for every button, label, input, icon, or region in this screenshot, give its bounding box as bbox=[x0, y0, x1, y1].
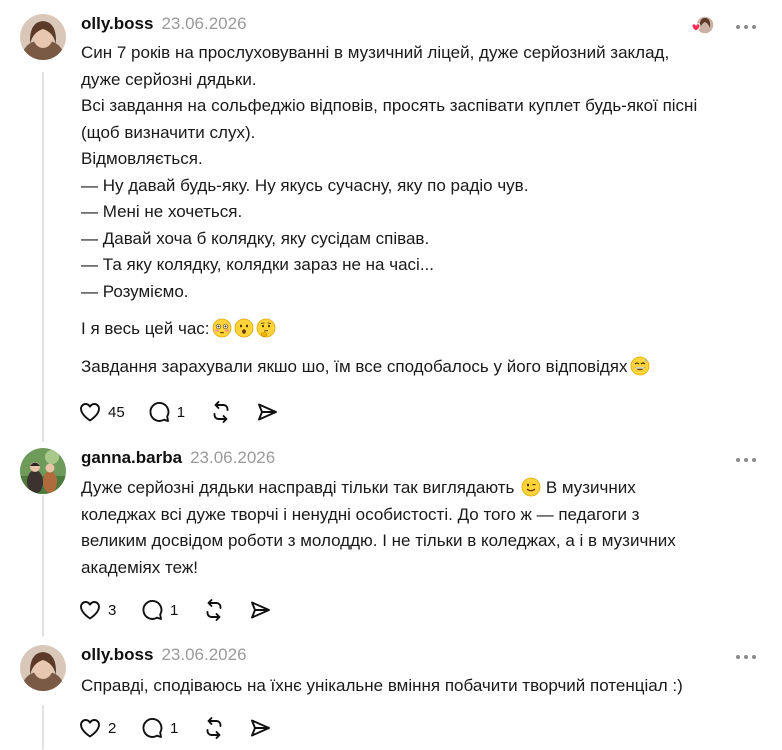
comment-icon bbox=[149, 402, 170, 422]
post-2: ganna.barba 23.06.2026 Дуже серйозні дяд… bbox=[0, 440, 782, 637]
post-actions: 2 1 bbox=[78, 713, 294, 743]
repost-icon bbox=[206, 717, 222, 739]
flushed-face-icon bbox=[212, 318, 231, 338]
repost-icon bbox=[213, 401, 229, 423]
liked-by-author-icon bbox=[688, 14, 718, 38]
more-options-button[interactable] bbox=[736, 454, 760, 466]
comment-icon bbox=[142, 718, 163, 738]
thinking-face-icon bbox=[256, 318, 275, 338]
heart-icon bbox=[80, 719, 100, 738]
share-button[interactable] bbox=[248, 716, 272, 740]
post-date: 23.06.2026 bbox=[161, 645, 247, 664]
text-line: Завдання зарахували якшо шо, їм все спод… bbox=[81, 354, 741, 381]
winking-face-icon bbox=[521, 477, 541, 497]
text-line: (щоб визначити слух). bbox=[81, 122, 256, 142]
thread-line bbox=[42, 72, 44, 442]
text-line: — Ну давай будь-яку. Ну якусь сучасну, я… bbox=[81, 175, 529, 195]
comment-icon bbox=[142, 600, 163, 620]
like-button[interactable]: 3 bbox=[78, 598, 118, 622]
text-line: — Мені не хочеться. bbox=[81, 202, 243, 221]
share-button[interactable] bbox=[248, 598, 272, 622]
text-line: — Та яку колядку, колядки зараз не на ча… bbox=[81, 255, 434, 274]
text-line: Син 7 років на прослуховуванні в музични… bbox=[81, 43, 670, 62]
hushed-face-icon bbox=[234, 318, 253, 338]
reply-count: 1 bbox=[170, 719, 179, 737]
text-line: академіях теж! bbox=[81, 557, 198, 577]
post-1: olly.boss 23.06.2026 Син 7 років на прос… bbox=[0, 0, 782, 442]
username[interactable]: ganna.barba bbox=[81, 448, 182, 468]
username[interactable]: olly.boss bbox=[81, 14, 153, 34]
text-line: І я весь цей час: bbox=[81, 316, 741, 343]
post-header: ganna.barba 23.06.2026 bbox=[81, 448, 275, 472]
reply-button[interactable]: 1 bbox=[140, 716, 180, 740]
send-icon bbox=[251, 601, 270, 619]
send-icon bbox=[257, 403, 277, 421]
avatar[interactable] bbox=[20, 645, 66, 691]
more-options-button[interactable] bbox=[736, 651, 760, 663]
reply-button[interactable]: 1 bbox=[140, 598, 180, 622]
text-line: коледжах всі дуже творчі і ненудні особи… bbox=[81, 504, 640, 524]
thread-line bbox=[42, 495, 44, 637]
text-line: великим досвідом роботи з молоддю. І не … bbox=[81, 531, 676, 550]
post-text: Дуже серйозні дядьки насправді тільки та… bbox=[81, 475, 741, 581]
text-line: Всі завдання на сольфеджіо відповів, про… bbox=[81, 96, 698, 115]
like-button[interactable]: 45 bbox=[78, 400, 125, 424]
like-button[interactable]: 2 bbox=[78, 716, 118, 740]
text-line: Дуже серйозні дядьки насправді тільки та… bbox=[81, 477, 636, 497]
reply-count: 1 bbox=[170, 601, 179, 619]
post-header: olly.boss 23.06.2026 bbox=[81, 645, 247, 669]
post-text: Справді, сподіваюсь на їхнє унікальне вм… bbox=[81, 673, 741, 700]
post-3: olly.boss 23.06.2026 Справді, сподіваюсь… bbox=[0, 635, 782, 750]
like-count: 3 bbox=[108, 601, 117, 619]
heart-icon bbox=[80, 601, 100, 620]
send-icon bbox=[251, 719, 270, 737]
text-line: Відмовляється. bbox=[81, 149, 203, 168]
text-line: дуже серйозні дядьки. bbox=[81, 69, 257, 89]
like-count: 2 bbox=[108, 719, 117, 737]
repost-button[interactable] bbox=[202, 716, 226, 740]
post-actions: 45 1 bbox=[78, 397, 301, 427]
thread-line bbox=[42, 705, 44, 750]
post-actions: 3 1 bbox=[78, 595, 294, 625]
post-date: 23.06.2026 bbox=[161, 14, 247, 33]
grinning-sweat-face-icon bbox=[630, 356, 649, 375]
reply-button[interactable]: 1 bbox=[147, 400, 187, 424]
post-header: olly.boss 23.06.2026 bbox=[81, 14, 247, 38]
post-text: Син 7 років на прослуховуванні в музични… bbox=[81, 40, 741, 380]
avatar[interactable] bbox=[20, 448, 66, 494]
share-button[interactable] bbox=[255, 400, 279, 424]
reply-count: 1 bbox=[176, 403, 186, 421]
heart-icon bbox=[80, 403, 100, 422]
repost-icon bbox=[206, 599, 222, 621]
like-count: 45 bbox=[108, 403, 125, 421]
avatar[interactable] bbox=[20, 14, 66, 60]
post-date: 23.06.2026 bbox=[190, 448, 276, 467]
username[interactable]: olly.boss bbox=[81, 645, 153, 665]
text-line: — Давай хоча б колядку, яку сусідам спів… bbox=[81, 228, 430, 248]
repost-button[interactable] bbox=[202, 598, 226, 622]
text-line: — Розуміємо. bbox=[81, 281, 189, 301]
repost-button[interactable] bbox=[209, 400, 233, 424]
text-line: Справді, сподіваюсь на їхнє унікальне вм… bbox=[81, 676, 683, 695]
more-options-button[interactable] bbox=[736, 21, 760, 33]
